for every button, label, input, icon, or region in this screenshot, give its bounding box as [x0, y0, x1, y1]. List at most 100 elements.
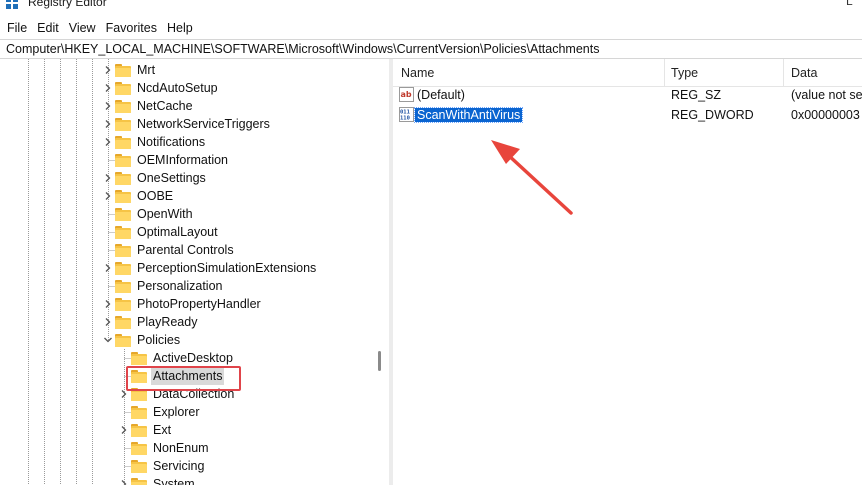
- string-value-icon: ab: [399, 87, 414, 102]
- value-row[interactable]: ab (Default) REG_SZ (value not set): [393, 86, 862, 105]
- tree-node[interactable]: Notifications: [0, 133, 370, 151]
- value-type: REG_DWORD: [671, 108, 754, 122]
- column-divider[interactable]: [664, 59, 665, 87]
- tree-node-label[interactable]: Policies: [137, 331, 180, 349]
- column-header-type[interactable]: Type: [671, 66, 698, 80]
- menu-bar: File Edit View Favorites Help: [0, 17, 862, 39]
- tree-node[interactable]: Servicing: [0, 457, 370, 475]
- chevron-right-icon[interactable]: [103, 317, 113, 327]
- tree-node-label[interactable]: NetworkServiceTriggers: [137, 115, 270, 133]
- chevron-right-icon[interactable]: [103, 101, 113, 111]
- dword-value-icon: 011 110: [399, 107, 414, 122]
- chevron-right-icon[interactable]: [103, 299, 113, 309]
- tree-node-label[interactable]: PhotoPropertyHandler: [137, 295, 261, 313]
- menu-edit[interactable]: Edit: [32, 17, 64, 39]
- folder-icon: [115, 100, 131, 113]
- tree-node[interactable]: PerceptionSimulationExtensions: [0, 259, 370, 277]
- registry-editor-icon: [6, 0, 19, 10]
- tree-node[interactable]: Attachments: [0, 367, 370, 385]
- chevron-right-icon[interactable]: [119, 479, 129, 485]
- value-type: REG_SZ: [671, 88, 722, 102]
- folder-icon: [115, 316, 131, 329]
- tree-node[interactable]: OneSettings: [0, 169, 370, 187]
- tree-node-label[interactable]: OptimalLayout: [137, 223, 218, 241]
- folder-icon: [131, 352, 147, 365]
- tree-node[interactable]: PlayReady: [0, 313, 370, 331]
- tree-node[interactable]: Explorer: [0, 403, 370, 421]
- tree-node[interactable]: OOBE: [0, 187, 370, 205]
- tree-node[interactable]: NcdAutoSetup: [0, 79, 370, 97]
- tree-node[interactable]: NetworkServiceTriggers: [0, 115, 370, 133]
- window-controls[interactable]: L: [846, 0, 853, 8]
- tree-node-label[interactable]: Notifications: [137, 133, 205, 151]
- tree-node[interactable]: OEMInformation: [0, 151, 370, 169]
- tree-node-label[interactable]: OneSettings: [137, 169, 206, 187]
- tree-node-label[interactable]: OOBE: [137, 187, 173, 205]
- tree-node[interactable]: OptimalLayout: [0, 223, 370, 241]
- chevron-right-icon[interactable]: [103, 119, 113, 129]
- values-list-pane[interactable]: Name Type Data ab (Default) REG_SZ (valu…: [393, 59, 862, 485]
- chevron-right-icon[interactable]: [119, 425, 129, 435]
- chevron-right-icon[interactable]: [103, 191, 113, 201]
- menu-view[interactable]: View: [64, 17, 101, 39]
- value-data: (value not set): [791, 88, 862, 102]
- tree-node-label[interactable]: Mrt: [137, 61, 155, 79]
- tree-node[interactable]: ActiveDesktop: [0, 349, 370, 367]
- tree-node[interactable]: System: [0, 475, 370, 485]
- chevron-right-icon[interactable]: [103, 263, 113, 273]
- title-bar: Registry Editor L: [0, 0, 862, 17]
- tree-node-label[interactable]: System: [153, 475, 195, 485]
- tree-node[interactable]: OpenWith: [0, 205, 370, 223]
- chevron-right-icon[interactable]: [103, 173, 113, 183]
- chevron-down-icon[interactable]: [103, 335, 113, 345]
- menu-favorites[interactable]: Favorites: [101, 17, 162, 39]
- tree-node-label[interactable]: PlayReady: [137, 313, 197, 331]
- chevron-right-icon[interactable]: [103, 83, 113, 93]
- tree-node[interactable]: Personalization: [0, 277, 370, 295]
- value-row-selected[interactable]: 011 110 ScanWithAntiVirus REG_DWORD 0x00…: [393, 106, 862, 125]
- tree-node[interactable]: Mrt: [0, 61, 370, 79]
- column-header-data[interactable]: Data: [791, 66, 817, 80]
- svg-text:110: 110: [400, 116, 410, 122]
- tree-node-label[interactable]: Personalization: [137, 277, 222, 295]
- tree-node-label[interactable]: NetCache: [137, 97, 193, 115]
- column-header-name[interactable]: Name: [401, 66, 434, 80]
- tree-node-label[interactable]: Servicing: [153, 457, 204, 475]
- tree-node-label[interactable]: OpenWith: [137, 205, 193, 223]
- tree-node[interactable]: DataCollection: [0, 385, 370, 403]
- value-name: (Default): [417, 88, 465, 102]
- chevron-right-icon[interactable]: [119, 389, 129, 399]
- tree-node[interactable]: NetCache: [0, 97, 370, 115]
- column-divider[interactable]: [783, 59, 784, 87]
- address-path[interactable]: Computer\HKEY_LOCAL_MACHINE\SOFTWARE\Mic…: [6, 42, 599, 56]
- tree-node-label[interactable]: NcdAutoSetup: [137, 79, 218, 97]
- chevron-right-icon[interactable]: [103, 65, 113, 75]
- window-title: Registry Editor: [28, 0, 107, 9]
- folder-icon: [115, 262, 131, 275]
- tree-scroll-thumb[interactable]: [378, 351, 381, 371]
- tree-node-label[interactable]: Attachments: [151, 367, 225, 385]
- tree-scrollbar[interactable]: [371, 59, 389, 485]
- chevron-right-icon[interactable]: [103, 137, 113, 147]
- tree-node-label[interactable]: PerceptionSimulationExtensions: [137, 259, 316, 277]
- menu-file[interactable]: File: [2, 17, 32, 39]
- tree-node-label[interactable]: Explorer: [153, 403, 200, 421]
- tree-node-label[interactable]: ActiveDesktop: [153, 349, 233, 367]
- tree-node[interactable]: Parental Controls: [0, 241, 370, 259]
- address-bar[interactable]: Computer\HKEY_LOCAL_MACHINE\SOFTWARE\Mic…: [0, 39, 862, 59]
- list-header: Name Type Data: [393, 59, 862, 87]
- menu-help[interactable]: Help: [162, 17, 198, 39]
- tree-node-label[interactable]: Parental Controls: [137, 241, 234, 259]
- tree-node-label[interactable]: NonEnum: [153, 439, 209, 457]
- folder-icon: [131, 424, 147, 437]
- tree-node[interactable]: PhotoPropertyHandler: [0, 295, 370, 313]
- key-tree-pane[interactable]: Mrt NcdAutoSetup NetCache NetworkServiceTri…: [0, 59, 389, 485]
- tree-node[interactable]: NonEnum: [0, 439, 370, 457]
- folder-icon: [131, 460, 147, 473]
- tree-node-label[interactable]: DataCollection: [153, 385, 234, 403]
- tree-node[interactable]: Policies: [0, 331, 370, 349]
- tree-node[interactable]: Ext: [0, 421, 370, 439]
- tree-node-label[interactable]: Ext: [153, 421, 171, 439]
- value-name: ScanWithAntiVirus: [413, 107, 524, 123]
- tree-node-label[interactable]: OEMInformation: [137, 151, 228, 169]
